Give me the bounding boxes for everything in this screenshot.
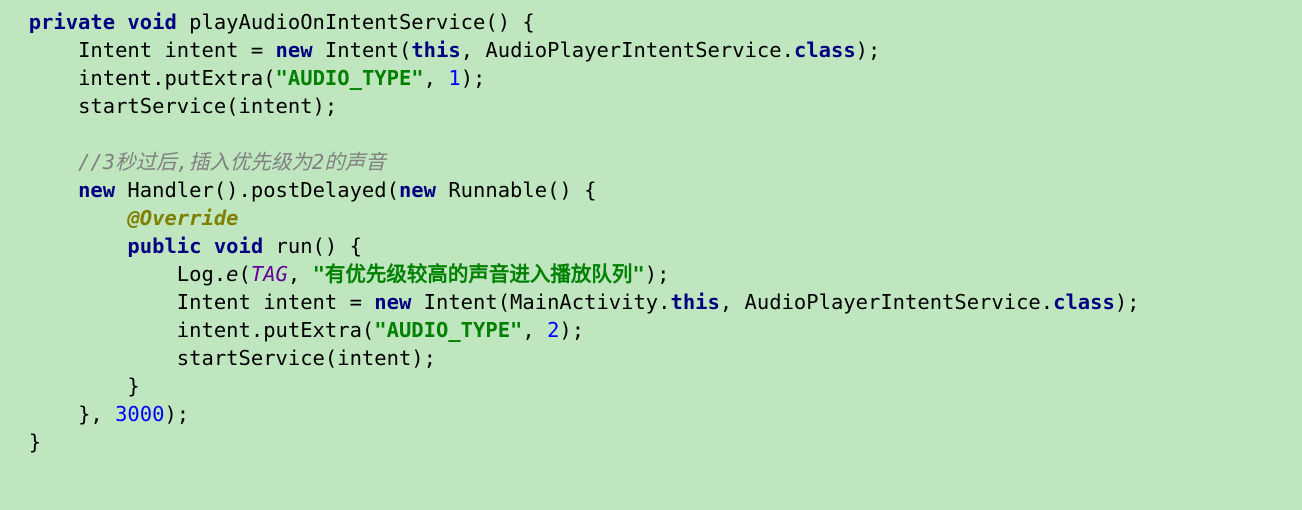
- log-end: );: [645, 262, 670, 286]
- inner-close: }: [127, 374, 139, 398]
- log-tag: TAG: [251, 262, 288, 286]
- intent-ctor1: Intent(: [313, 38, 412, 62]
- kw-new-3: new: [399, 178, 436, 202]
- kw-private-void: private void: [29, 10, 177, 34]
- kw-new-4: new: [374, 290, 411, 314]
- log-e: e: [226, 262, 238, 286]
- intent2-ctor-pre: Intent(MainActivity.: [411, 290, 670, 314]
- kw-class-2: class: [1053, 290, 1115, 314]
- intent2-decl: Intent intent =: [177, 290, 374, 314]
- putextra2-mid: ,: [522, 318, 547, 342]
- intent2-ctor-mid: , AudioPlayerIntentService.: [720, 290, 1053, 314]
- num-2: 2: [547, 318, 559, 342]
- intent-ctor1-mid: , AudioPlayerIntentService.: [461, 38, 794, 62]
- log-pre: Log.: [177, 262, 226, 286]
- comment-line: //3秒过后,插入优先级为2的声音: [78, 150, 386, 174]
- kw-this-2: this: [671, 290, 720, 314]
- kw-this: this: [411, 38, 460, 62]
- str-audio-type-2: "AUDIO_TYPE": [374, 318, 522, 342]
- str-audio-type-1: "AUDIO_TYPE": [276, 66, 424, 90]
- method-name: playAudioOnIntentService: [189, 10, 485, 34]
- delayed-close-end: );: [164, 402, 189, 426]
- putextra2-end: );: [559, 318, 584, 342]
- putextra1-end: );: [461, 66, 486, 90]
- num-1: 1: [448, 66, 460, 90]
- handler-pre: Handler().postDelayed(: [115, 178, 399, 202]
- putextra2-pre: intent.putExtra(: [177, 318, 374, 342]
- intent-ctor1-end: );: [856, 38, 881, 62]
- start-service-2: startService(intent);: [177, 346, 436, 370]
- kw-new: new: [276, 38, 313, 62]
- putextra1-pre: intent.putExtra(: [78, 66, 275, 90]
- anno-override: @Override: [127, 206, 238, 230]
- start-service-1: startService(intent);: [78, 94, 337, 118]
- run-name: run() {: [263, 234, 362, 258]
- code-block: private void playAudioOnIntentService() …: [0, 0, 1302, 464]
- str-log-msg: "有优先级较高的声音进入播放队列": [313, 262, 645, 286]
- method-close: }: [29, 430, 41, 454]
- kw-public-void: public void: [127, 234, 263, 258]
- delayed-close-pre: },: [78, 402, 115, 426]
- log-open: (: [239, 262, 251, 286]
- log-mid: ,: [288, 262, 313, 286]
- kw-class: class: [794, 38, 856, 62]
- runnable-pre: Runnable() {: [436, 178, 596, 202]
- kw-new-2: new: [78, 178, 115, 202]
- line-intent-decl: Intent intent =: [78, 38, 275, 62]
- putextra1-mid: ,: [424, 66, 449, 90]
- intent2-ctor-end: );: [1115, 290, 1140, 314]
- num-3000: 3000: [115, 402, 164, 426]
